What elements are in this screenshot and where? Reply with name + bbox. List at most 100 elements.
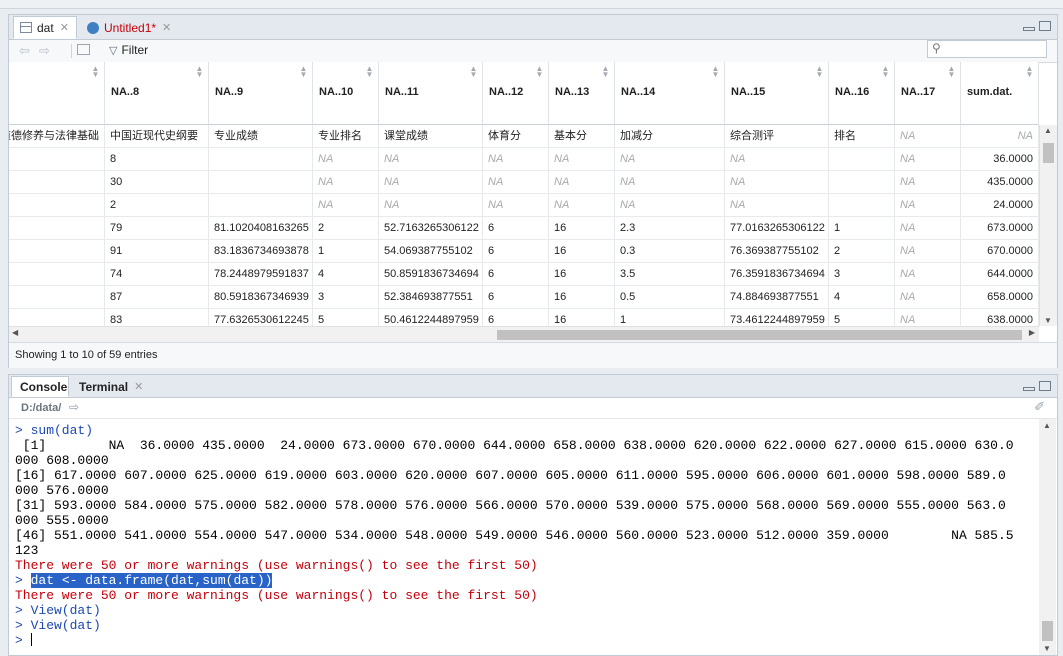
column-header[interactable]: ▲▼ NA..16 bbox=[829, 62, 895, 125]
table-cell[interactable]: 638.0000 bbox=[961, 309, 1039, 326]
column-header[interactable]: ▲▼ sum.dat. bbox=[961, 62, 1039, 125]
table-cell[interactable]: NA bbox=[895, 217, 961, 240]
table-cell[interactable] bbox=[9, 148, 105, 171]
table-cell[interactable]: NA bbox=[895, 240, 961, 263]
sort-icon[interactable]: ▲▼ bbox=[815, 64, 824, 76]
table-cell[interactable]: 50.8591836734694 bbox=[379, 263, 483, 286]
table-cell[interactable]: 体育分 bbox=[483, 125, 549, 148]
table-cell[interactable]: NA bbox=[615, 194, 725, 217]
sort-icon[interactable]: ▲▼ bbox=[1025, 64, 1034, 76]
table-cell[interactable]: NA bbox=[379, 194, 483, 217]
table-cell[interactable]: NA bbox=[379, 171, 483, 194]
table-cell[interactable] bbox=[9, 217, 105, 240]
table-cell[interactable]: 91 bbox=[105, 240, 209, 263]
table-cell[interactable]: NA bbox=[549, 194, 615, 217]
table-cell[interactable] bbox=[9, 194, 105, 217]
table-cell[interactable]: 16 bbox=[549, 286, 615, 309]
table-cell[interactable]: 3 bbox=[829, 263, 895, 286]
table-cell[interactable]: 52.7163265306122 bbox=[379, 217, 483, 240]
table-cell[interactable]: 6 bbox=[483, 309, 549, 326]
table-cell[interactable]: 36.0000 bbox=[961, 148, 1039, 171]
table-cell[interactable]: 87 bbox=[105, 286, 209, 309]
table-cell[interactable]: 16 bbox=[549, 240, 615, 263]
table-cell[interactable]: 73.4612244897959 bbox=[725, 309, 829, 326]
scroll-left-icon[interactable]: ◀ bbox=[12, 328, 18, 337]
table-cell[interactable]: 8 bbox=[105, 148, 209, 171]
table-cell[interactable]: 74 bbox=[105, 263, 209, 286]
table-cell[interactable]: 77.0163265306122 bbox=[725, 217, 829, 240]
table-cell[interactable] bbox=[829, 148, 895, 171]
popout-icon[interactable] bbox=[77, 44, 90, 55]
console-scrollbar[interactable]: ▲ ▼ bbox=[1039, 419, 1056, 655]
table-cell[interactable]: 综合测评 bbox=[725, 125, 829, 148]
table-cell[interactable]: 2 bbox=[829, 240, 895, 263]
scroll-thumb[interactable] bbox=[1042, 621, 1053, 641]
scroll-up-icon[interactable]: ▲ bbox=[1044, 126, 1052, 135]
column-header[interactable]: ▲▼ NA..13 bbox=[549, 62, 615, 125]
table-cell[interactable]: 76.3591836734694 bbox=[725, 263, 829, 286]
table-cell[interactable]: 80.5918367346939 bbox=[209, 286, 313, 309]
table-cell[interactable]: 50.4612244897959 bbox=[379, 309, 483, 326]
close-icon[interactable]: ✕ bbox=[60, 21, 69, 34]
tab-terminal[interactable]: Terminal ✕ bbox=[71, 376, 151, 397]
table-cell[interactable]: 专业排名 bbox=[313, 125, 379, 148]
sort-icon[interactable]: ▲▼ bbox=[195, 64, 204, 76]
table-cell[interactable]: NA bbox=[961, 125, 1039, 148]
table-cell[interactable]: 课堂成绩 bbox=[379, 125, 483, 148]
sort-icon[interactable]: ▲▼ bbox=[711, 64, 720, 76]
close-icon[interactable]: ✕ bbox=[134, 380, 143, 393]
table-cell[interactable]: NA bbox=[895, 309, 961, 326]
table-cell[interactable]: 81.1020408163265 bbox=[209, 217, 313, 240]
sort-icon[interactable]: ▲▼ bbox=[469, 64, 478, 76]
table-cell[interactable] bbox=[209, 171, 313, 194]
table-cell[interactable]: NA bbox=[895, 286, 961, 309]
scroll-down-icon[interactable]: ▼ bbox=[1043, 644, 1051, 653]
table-cell[interactable] bbox=[209, 194, 313, 217]
table-cell[interactable]: NA bbox=[725, 171, 829, 194]
table-cell[interactable]: 中国近现代史纲要 bbox=[105, 125, 209, 148]
grid-vertical-scrollbar[interactable]: ▲ ▼ bbox=[1039, 125, 1057, 326]
table-cell[interactable]: 道德修养与法律基础 bbox=[9, 125, 105, 148]
maximize-icon[interactable] bbox=[1039, 381, 1051, 391]
table-cell[interactable]: 16 bbox=[549, 217, 615, 240]
table-cell[interactable]: NA bbox=[725, 148, 829, 171]
table-cell[interactable] bbox=[9, 171, 105, 194]
tab-dat[interactable]: dat ✕ bbox=[13, 16, 77, 39]
table-cell[interactable] bbox=[209, 148, 313, 171]
table-cell[interactable]: NA bbox=[313, 194, 379, 217]
table-cell[interactable]: NA bbox=[549, 171, 615, 194]
selected-text[interactable]: dat <- data.frame(dat,sum(dat)) bbox=[30, 573, 273, 588]
table-cell[interactable]: NA bbox=[483, 171, 549, 194]
table-cell[interactable]: 1 bbox=[829, 217, 895, 240]
table-cell[interactable]: NA bbox=[615, 171, 725, 194]
scroll-thumb[interactable] bbox=[497, 330, 1022, 340]
grid-horizontal-scrollbar[interactable]: ◀ ▶ bbox=[9, 326, 1039, 342]
table-cell[interactable]: 4 bbox=[313, 263, 379, 286]
table-cell[interactable]: 16 bbox=[549, 263, 615, 286]
sort-icon[interactable]: ▲▼ bbox=[947, 64, 956, 76]
table-cell[interactable]: 5 bbox=[313, 309, 379, 326]
console-input-line[interactable]: > bbox=[15, 633, 1035, 648]
column-header[interactable]: ▲▼ NA..9 bbox=[209, 62, 313, 125]
scroll-down-icon[interactable]: ▼ bbox=[1044, 316, 1052, 325]
table-cell[interactable]: 16 bbox=[549, 309, 615, 326]
table-cell[interactable]: 78.2448979591837 bbox=[209, 263, 313, 286]
table-cell[interactable]: 6 bbox=[483, 217, 549, 240]
column-header[interactable]: ▲▼ NA..11 bbox=[379, 62, 483, 125]
scroll-right-icon[interactable]: ▶ bbox=[1029, 328, 1035, 337]
table-cell[interactable]: 83.1836734693878 bbox=[209, 240, 313, 263]
column-header[interactable]: ▲▼ NA..12 bbox=[483, 62, 549, 125]
minimize-icon[interactable] bbox=[1023, 27, 1035, 31]
go-to-directory-icon[interactable]: ⇨ bbox=[69, 400, 79, 414]
table-cell[interactable]: 5 bbox=[829, 309, 895, 326]
table-cell[interactable]: NA bbox=[615, 148, 725, 171]
table-cell[interactable]: 644.0000 bbox=[961, 263, 1039, 286]
table-cell[interactable]: 74.884693877551 bbox=[725, 286, 829, 309]
table-cell[interactable]: NA bbox=[895, 194, 961, 217]
table-cell[interactable] bbox=[829, 194, 895, 217]
table-cell[interactable]: 658.0000 bbox=[961, 286, 1039, 309]
table-cell[interactable]: 3 bbox=[313, 286, 379, 309]
table-cell[interactable]: 2 bbox=[105, 194, 209, 217]
table-cell[interactable] bbox=[9, 263, 105, 286]
back-arrow-icon[interactable]: ⇦ bbox=[19, 43, 30, 59]
